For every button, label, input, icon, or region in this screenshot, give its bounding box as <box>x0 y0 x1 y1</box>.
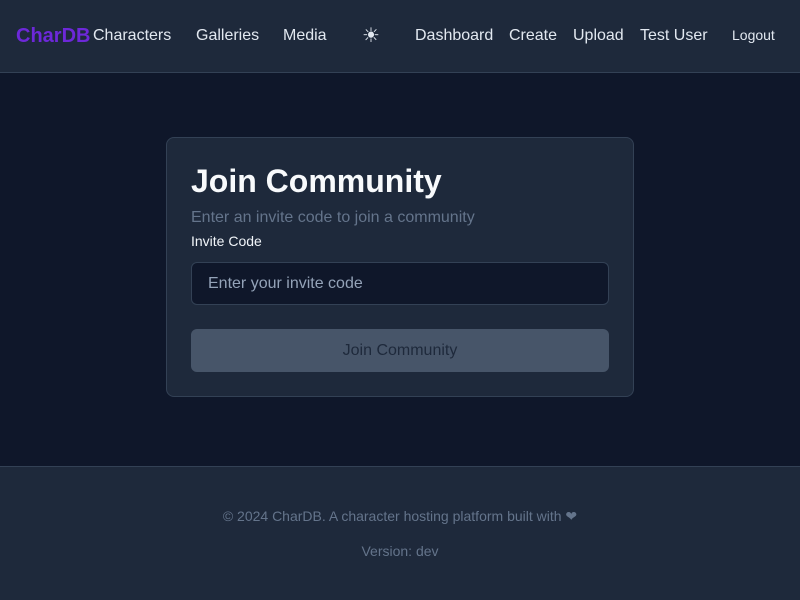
footer-copyright: © 2024 CharDB. A character hosting platf… <box>222 508 578 524</box>
sun-icon[interactable]: ☀ <box>361 0 381 72</box>
nav-link-media[interactable]: Media <box>283 0 327 72</box>
nav-link-upload[interactable]: Upload <box>573 0 624 72</box>
nav-link-dashboard[interactable]: Dashboard <box>415 0 493 72</box>
footer-version: Version: dev <box>361 543 439 559</box>
invite-code-input[interactable] <box>191 262 609 305</box>
invite-code-label: Invite Code <box>191 233 262 249</box>
page-subtitle: Enter an invite code to join a community <box>191 209 475 226</box>
join-community-button[interactable]: Join Community <box>191 329 609 372</box>
join-community-card: Join Community Enter an invite code to j… <box>166 137 634 397</box>
nav-link-user-profile[interactable]: Test User <box>640 0 708 72</box>
main-content: Join Community Enter an invite code to j… <box>0 73 800 466</box>
footer: © 2024 CharDB. A character hosting platf… <box>0 466 800 600</box>
top-navbar: CharDB Characters Galleries Media ☀ Dash… <box>0 0 800 73</box>
nav-link-characters[interactable]: Characters <box>93 0 171 72</box>
page-title: Join Community <box>191 163 442 199</box>
nav-link-create[interactable]: Create <box>509 0 557 72</box>
nav-link-galleries[interactable]: Galleries <box>196 0 259 72</box>
brand-logo-link[interactable]: CharDB <box>16 0 90 72</box>
logout-button[interactable]: Logout <box>732 0 775 72</box>
